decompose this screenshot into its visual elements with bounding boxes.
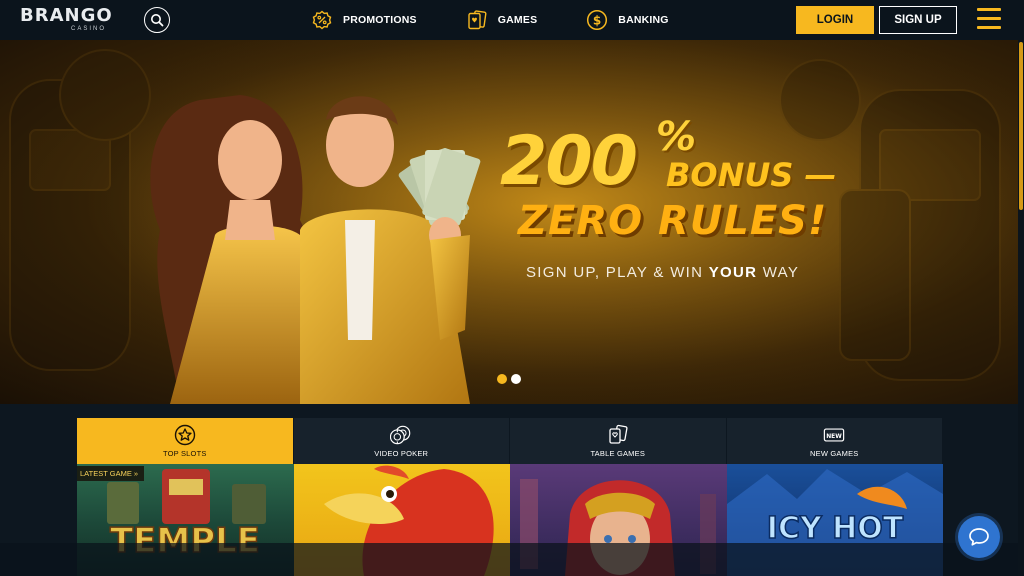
hero-illustration — [0, 40, 1018, 404]
svg-text:ICY HOT: ICY HOT — [766, 511, 903, 546]
headline-percent: % — [656, 114, 697, 160]
login-button[interactable]: LOGIN — [796, 6, 874, 34]
hero-subtitle-bold: YOUR — [708, 264, 758, 281]
nav-banking[interactable]: $ BANKING — [585, 0, 668, 40]
casino-page: BRANGO CASINO PROMOTIONS GAMES $ BANKING… — [0, 0, 1024, 576]
top-header: BRANGO CASINO PROMOTIONS GAMES $ BANKING… — [0, 0, 1024, 40]
logo-subtitle: CASINO — [70, 26, 106, 32]
hero-banner[interactable]: 200 % BONUS — ZERO RULES! SIGN UP, PLAY … — [0, 40, 1018, 404]
percent-badge-icon — [310, 8, 334, 32]
nav-promotions-label: PROMOTIONS — [343, 14, 417, 26]
slider-dots — [497, 374, 525, 384]
game-category-tabs: TOP SLOTS VIDEO POKER TABLE GAMES NEW NE… — [77, 418, 943, 464]
bottom-overlay-bar — [0, 543, 1018, 576]
search-button[interactable] — [144, 7, 170, 33]
hero-subtitle: SIGN UP, PLAY & WIN YOUR WAY — [526, 264, 799, 281]
tab-video-poker[interactable]: VIDEO POKER — [293, 418, 510, 464]
search-icon — [151, 14, 164, 27]
poker-chips-icon — [390, 424, 412, 446]
svg-text:NEW: NEW — [826, 433, 842, 440]
tab-top-slots[interactable]: TOP SLOTS — [77, 418, 294, 464]
hero-subtitle-post: WAY — [757, 264, 800, 281]
hero-subtitle-pre: SIGN UP, PLAY & WIN — [526, 264, 709, 281]
headline-number: 200 — [500, 122, 638, 201]
tab-table-games-label: TABLE GAMES — [590, 449, 646, 458]
headline-zero-rules: ZERO RULES! — [518, 198, 828, 244]
tab-table-games[interactable]: TABLE GAMES — [510, 418, 727, 464]
svg-text:$: $ — [593, 14, 601, 28]
chat-button[interactable] — [958, 516, 1000, 558]
main-nav: PROMOTIONS GAMES $ BANKING — [310, 0, 669, 40]
scrollbar-thumb[interactable] — [1019, 42, 1023, 210]
star-badge-icon — [174, 424, 196, 446]
chat-bubble-icon — [969, 528, 989, 546]
brand-logo[interactable]: BRANGO CASINO — [20, 5, 113, 35]
signup-button[interactable]: SIGN UP — [879, 6, 957, 34]
tab-top-slots-label: TOP SLOTS — [162, 449, 207, 458]
tab-new-games[interactable]: NEW NEW GAMES — [726, 418, 943, 464]
dollar-coin-icon: $ — [585, 8, 609, 32]
cards-icon — [465, 8, 489, 32]
logo-wordmark: BRANGO — [20, 5, 113, 26]
slider-dot-1[interactable] — [497, 374, 507, 384]
hamburger-menu-icon[interactable] — [977, 8, 1001, 30]
latest-game-badge-label: LATEST GAME — [80, 469, 132, 478]
nav-games[interactable]: GAMES — [465, 0, 538, 40]
slider-dot-2[interactable] — [511, 374, 521, 384]
nav-banking-label: BANKING — [618, 14, 669, 26]
latest-game-arrow: » — [133, 469, 139, 478]
latest-game-badge: LATEST GAME » — [77, 466, 145, 481]
tab-video-poker-label: VIDEO POKER — [374, 449, 429, 458]
tab-new-games-label: NEW GAMES — [810, 449, 859, 458]
headline-bonus: BONUS — — [666, 156, 837, 194]
playing-cards-icon — [607, 424, 629, 446]
nav-games-label: GAMES — [497, 14, 538, 26]
nav-promotions[interactable]: PROMOTIONS — [310, 0, 417, 40]
new-badge-icon: NEW — [823, 424, 845, 446]
